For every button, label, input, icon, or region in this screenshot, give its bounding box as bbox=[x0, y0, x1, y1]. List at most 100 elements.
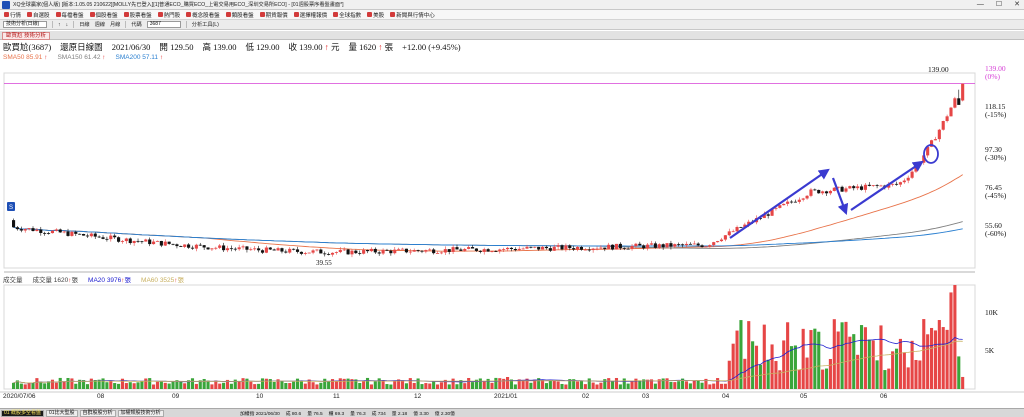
volume-bar bbox=[817, 331, 821, 389]
candle bbox=[677, 244, 681, 245]
candle bbox=[541, 246, 545, 250]
volume-bar bbox=[241, 378, 245, 389]
volume-bar bbox=[494, 377, 498, 389]
candle bbox=[716, 241, 720, 243]
candle bbox=[113, 235, 117, 238]
menu-item[interactable]: 選擇權報價 bbox=[293, 11, 327, 19]
candle bbox=[891, 183, 895, 185]
candle bbox=[171, 243, 175, 245]
sma50-legend: SMA50 85.91 ↑ bbox=[3, 54, 48, 61]
candle bbox=[39, 229, 43, 233]
menu-icon bbox=[123, 12, 129, 17]
menu-item[interactable]: 熱門股 bbox=[157, 11, 180, 19]
maximize-button[interactable]: ☐ bbox=[996, 0, 1002, 10]
candle bbox=[634, 243, 638, 247]
volume-bar bbox=[408, 378, 412, 389]
status-item: 櫃 69.3 bbox=[328, 412, 345, 417]
volume-bar bbox=[774, 361, 778, 389]
toolbar-separator bbox=[185, 21, 187, 28]
menu-item[interactable]: 概念股看盤 bbox=[186, 11, 220, 19]
candle bbox=[432, 249, 436, 254]
candle bbox=[194, 244, 198, 249]
minimize-button[interactable]: — bbox=[977, 0, 984, 10]
volume-bar bbox=[299, 380, 303, 389]
candle bbox=[210, 248, 214, 250]
candle bbox=[513, 248, 517, 251]
volume-bar bbox=[614, 377, 619, 389]
candle bbox=[661, 244, 665, 248]
layout-select[interactable]: 技術分析(日線) bbox=[3, 21, 47, 28]
volume-bar bbox=[101, 378, 105, 389]
candle bbox=[576, 246, 580, 250]
breakout-circle bbox=[923, 144, 939, 164]
volume-bar bbox=[933, 330, 937, 389]
volume-bar bbox=[754, 345, 759, 389]
menu-item[interactable]: 類股看盤 bbox=[225, 11, 254, 19]
volume-bar bbox=[945, 329, 949, 389]
symbol-label: 代碼 bbox=[131, 22, 142, 28]
monthly-button[interactable]: 月線 bbox=[110, 21, 120, 28]
bottom-tab[interactable]: 加權類股技術分析 bbox=[117, 409, 164, 417]
menu-item[interactable]: 每檔看盤 bbox=[55, 11, 84, 19]
candle bbox=[385, 249, 389, 251]
menu-item[interactable]: 美股 bbox=[367, 11, 384, 19]
volume-bar bbox=[544, 383, 549, 389]
volume-bar bbox=[62, 381, 66, 389]
menu-item[interactable]: 期貨報價 bbox=[259, 11, 288, 19]
candle bbox=[669, 243, 673, 247]
status-item: 成 80.6 bbox=[285, 412, 302, 417]
volume-legend-value: 成交量 1620↑張 bbox=[32, 277, 79, 284]
volume-bar bbox=[797, 369, 801, 389]
volume-bar bbox=[268, 379, 272, 389]
price-chart[interactable]: 39.55 139.00 S bbox=[0, 53, 1024, 408]
volume-bar bbox=[548, 380, 552, 389]
volume-bar bbox=[66, 377, 70, 389]
candle bbox=[373, 248, 377, 253]
menu-item[interactable]: 自選股 bbox=[27, 11, 50, 19]
candle bbox=[805, 195, 809, 199]
candle bbox=[268, 247, 272, 250]
candle bbox=[260, 250, 265, 253]
candle bbox=[128, 238, 132, 244]
volume-bar bbox=[941, 327, 945, 389]
candle bbox=[649, 243, 654, 245]
timeline-month: 11 bbox=[333, 393, 340, 400]
down-button[interactable]: ↓ bbox=[66, 22, 69, 28]
timeline-month: 05 bbox=[800, 393, 808, 400]
volume-bar bbox=[782, 340, 786, 389]
timeline-month: 08 bbox=[97, 393, 105, 400]
candle bbox=[603, 247, 607, 250]
candle bbox=[859, 186, 864, 190]
volume-bar bbox=[439, 382, 443, 389]
bottom-tab[interactable]: 自群股股分析 bbox=[79, 409, 116, 417]
tab-technical-analysis[interactable]: 歐買尬 技術分析 bbox=[2, 32, 51, 40]
close-button[interactable]: ✕ bbox=[1014, 0, 1020, 10]
candle bbox=[82, 233, 86, 236]
menu-item[interactable]: 股票看盤 bbox=[123, 11, 152, 19]
up-button[interactable]: ↑ bbox=[58, 22, 61, 28]
candle bbox=[937, 129, 941, 140]
volume-legend: 成交量 成交量 1620↑張 MA20 3976↑張 MA60 3525↑張 bbox=[3, 274, 184, 284]
menu-item[interactable]: 全球指數 bbox=[333, 11, 361, 19]
volume-bar bbox=[576, 381, 580, 389]
signal-badge-text: S bbox=[9, 205, 13, 211]
menu-item[interactable]: 行情 bbox=[4, 11, 21, 19]
symbol-input[interactable]: 3687 bbox=[146, 21, 181, 28]
bottom-tab[interactable]: 01比大型股 bbox=[45, 409, 78, 417]
volume-bar bbox=[257, 383, 261, 389]
analysis-tools-button[interactable]: 分析工具(L) bbox=[192, 21, 219, 28]
weekly-button[interactable]: 週線 bbox=[95, 21, 105, 28]
candle bbox=[681, 244, 685, 246]
menu-item[interactable]: 個股看盤 bbox=[89, 11, 118, 19]
chart-area[interactable]: 39.55 139.00 S SMA50 85.91 ↑ SMA150 61.42 … bbox=[0, 53, 1024, 417]
candle bbox=[19, 229, 23, 231]
volume-bar bbox=[43, 383, 47, 389]
menu-item[interactable]: 新聞與行情中心 bbox=[390, 11, 435, 19]
volume-bar bbox=[529, 382, 533, 389]
candle bbox=[295, 249, 300, 252]
candle bbox=[622, 248, 626, 249]
bottom-tab[interactable]: 01 概股多空看盤 bbox=[1, 409, 44, 417]
menubar: 行情 自選股 每檔看盤 個股看盤 股票看盤 熱門股 概念股看盤 類股看盤 期貨報價 選擇權報價 全球… bbox=[0, 10, 1024, 20]
volume-bar bbox=[155, 381, 160, 389]
daily-button[interactable]: 日線 bbox=[79, 21, 89, 28]
